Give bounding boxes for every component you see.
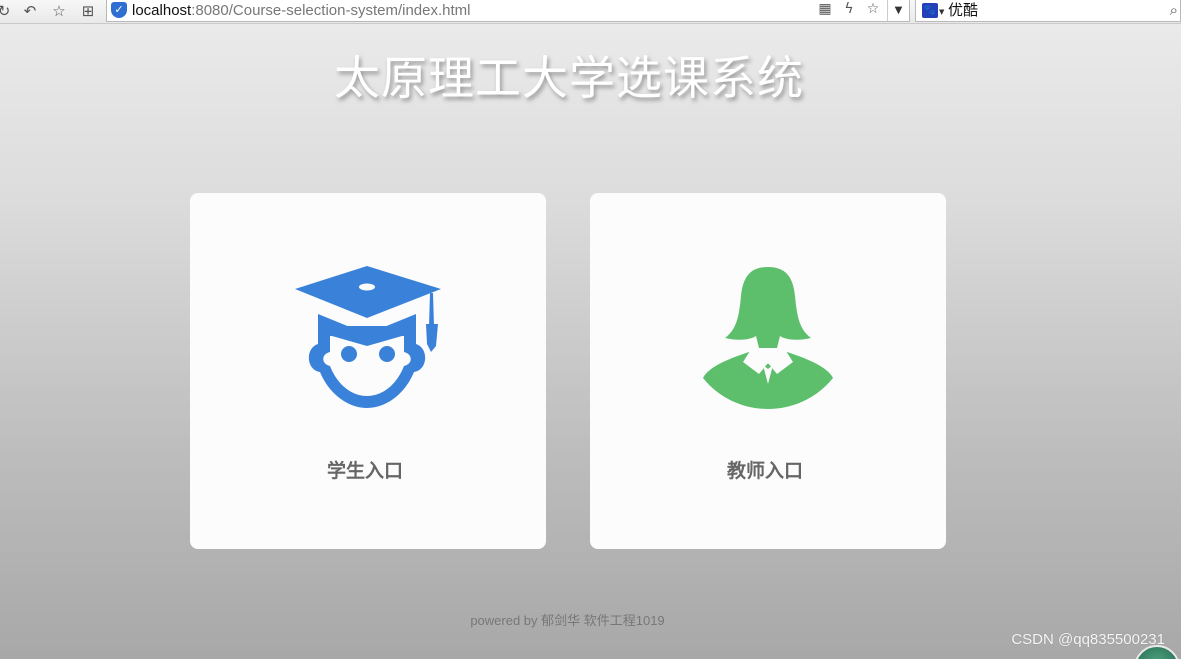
teacher-entry-label: 教师入口 [726, 460, 803, 482]
bookmark-star-icon[interactable]: ☆ [865, 1, 881, 17]
apps-icon[interactable]: ⊞ [78, 1, 98, 21]
qr-icon[interactable]: ▦ [817, 1, 833, 17]
search-engine-icon[interactable]: 🐾 [922, 3, 938, 18]
reload-icon[interactable]: ↻ [0, 1, 14, 21]
teacher-female-icon [703, 267, 833, 409]
dropdown-icon[interactable]: ▼ [887, 0, 909, 21]
chevron-down-icon[interactable]: ▼ [939, 8, 944, 16]
address-bar[interactable]: ✓ localhost:8080/Course-selection-system… [106, 0, 910, 22]
footer-credit: powered by 郁剑华 软件工程1019 [470, 613, 665, 628]
teacher-entry-card[interactable]: 教师入口 [590, 193, 946, 549]
star-icon[interactable]: ☆ [49, 1, 69, 21]
search-box[interactable]: 🐾 ▼ ⌕ [915, 0, 1181, 22]
student-entry-label: 学生入口 [326, 460, 403, 482]
url-text[interactable]: localhost:8080/Course-selection-system/i… [132, 1, 471, 20]
lightning-icon[interactable]: ϟ [841, 1, 857, 17]
back-icon[interactable]: ↶ [20, 1, 40, 21]
student-graduate-icon [295, 266, 441, 408]
student-entry-card[interactable]: 学生入口 [190, 193, 546, 549]
search-icon[interactable]: ⌕ [1170, 1, 1178, 19]
shield-icon: ✓ [111, 2, 127, 18]
search-input[interactable] [948, 1, 1148, 20]
browser-toolbar: ↻ ↶ ☆ ⊞ ✓ localhost:8080/Course-selectio… [0, 0, 1181, 24]
page-title: 太原理工大学选课系统 [334, 51, 804, 105]
watermark: CSDN @qq835500231 [1011, 631, 1165, 648]
